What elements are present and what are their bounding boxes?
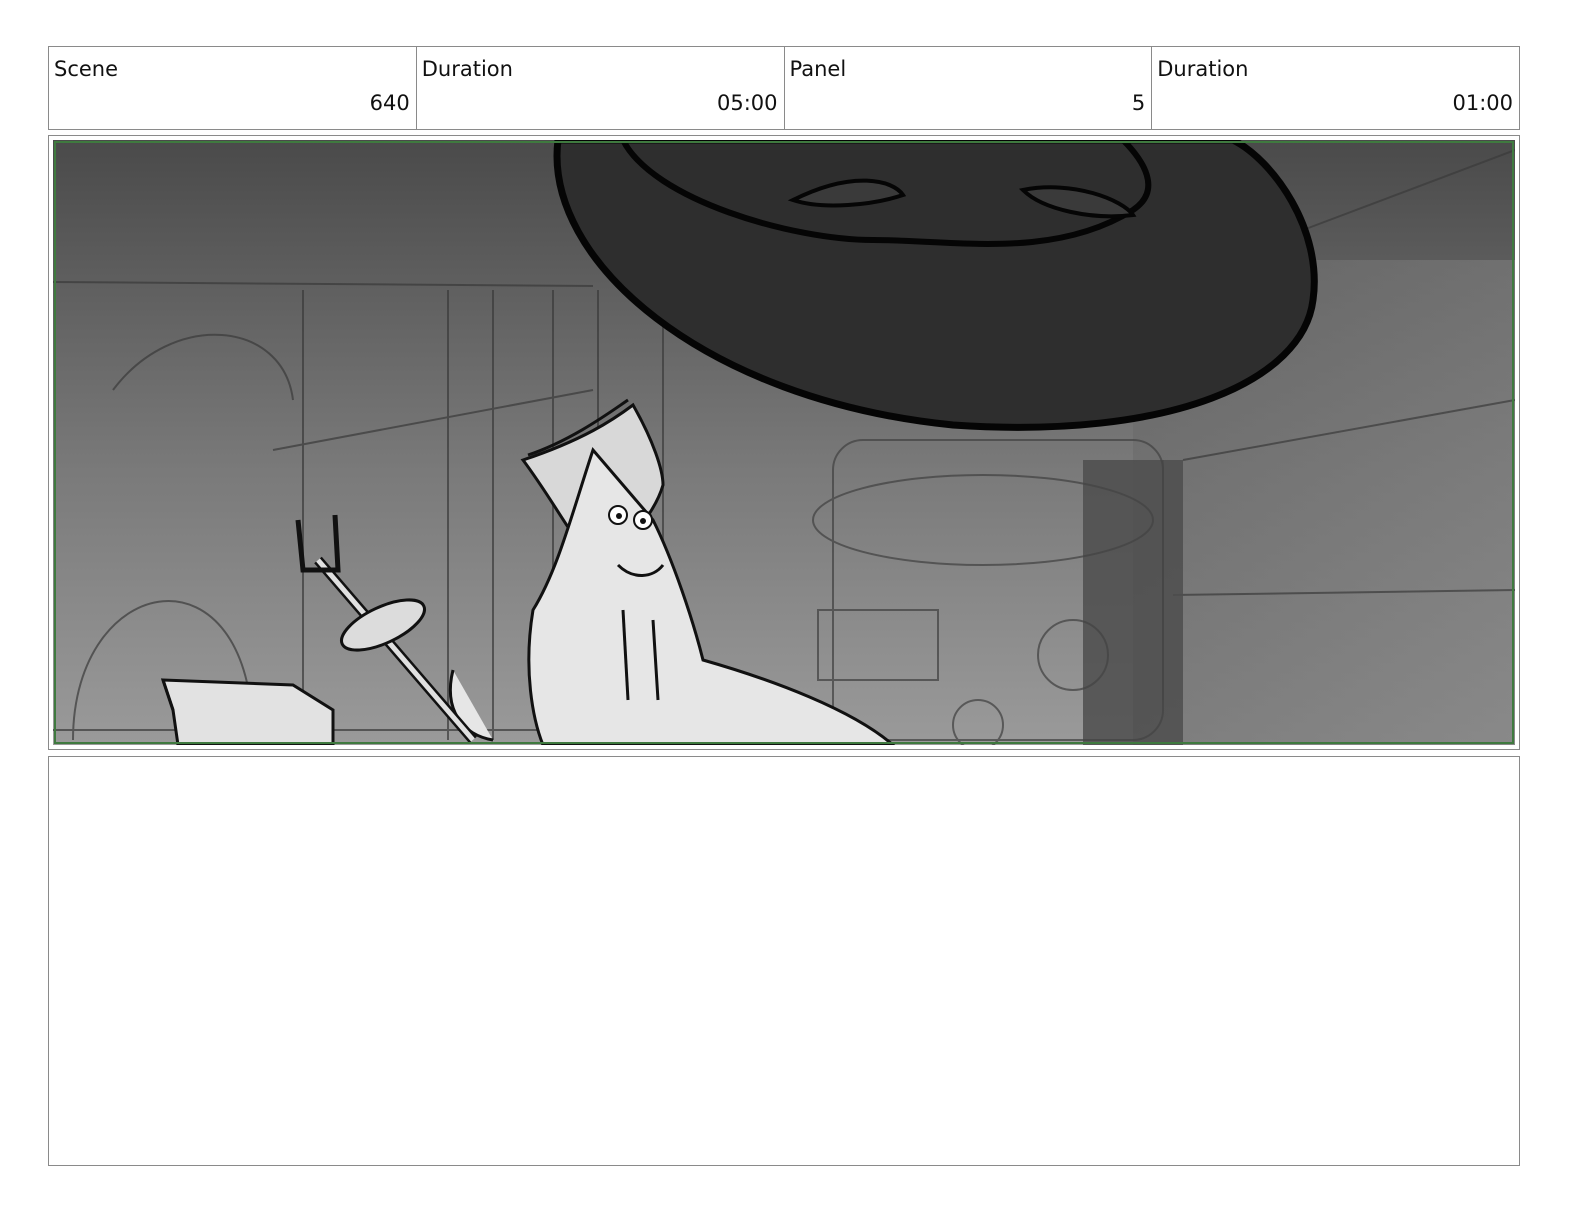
scene-duration-cell: Duration 05:00 (417, 47, 785, 129)
panel-info-header: Scene 640 Duration 05:00 Panel 5 Duratio… (48, 46, 1520, 130)
panel-duration-label: Duration (1157, 57, 1249, 81)
panel-number: 5 (1131, 91, 1146, 115)
panel-cell: Panel 5 (785, 47, 1153, 129)
panel-label: Panel (789, 57, 847, 81)
scene-label: Scene (54, 57, 119, 81)
storyboard-sketch (53, 140, 1515, 745)
scene-number: 640 (369, 91, 410, 115)
scene-cell: Scene 640 (49, 47, 417, 129)
scene-duration-value: 05:00 (716, 91, 778, 115)
storyboard-frame (48, 135, 1520, 750)
panel-duration-value: 01:00 (1452, 91, 1513, 115)
scene-duration-label: Duration (421, 57, 513, 81)
notes-area (48, 756, 1520, 1166)
panel-duration-cell: Duration 01:00 (1152, 47, 1519, 129)
